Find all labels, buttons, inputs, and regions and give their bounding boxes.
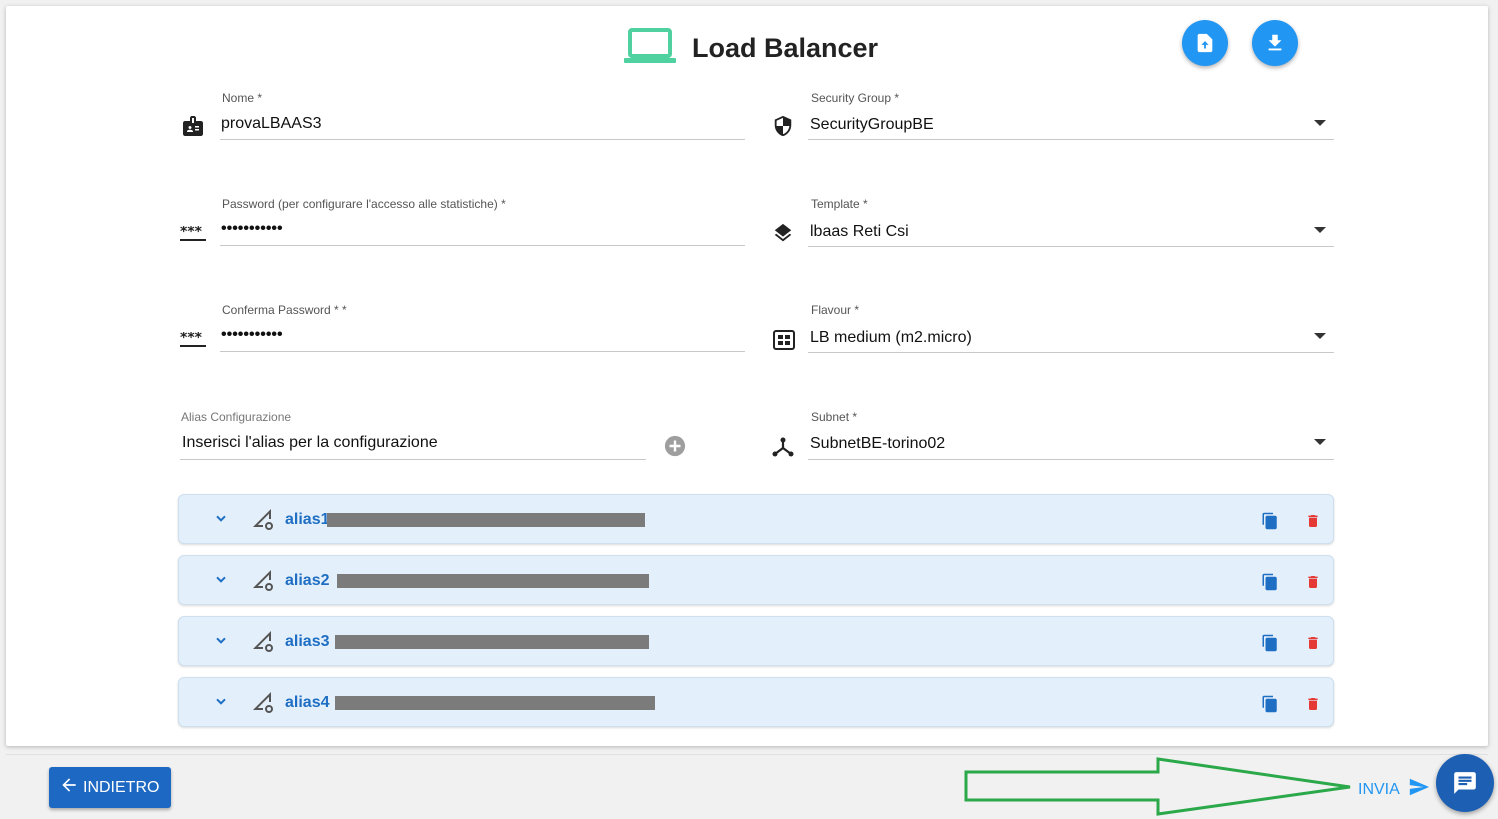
svg-text:***: *** xyxy=(180,332,203,346)
password-icon: *** xyxy=(180,224,208,247)
delete-icon[interactable] xyxy=(1305,572,1321,597)
subnet-label: Subnet * xyxy=(811,410,858,424)
template-label: Template * xyxy=(811,197,868,211)
alias-row[interactable]: alias1 xyxy=(178,494,1334,544)
password-label: Password (per configurare l'accesso alle… xyxy=(222,197,506,211)
svg-text:***: *** xyxy=(180,226,203,240)
chip-icon xyxy=(772,328,796,357)
flavour-label: Flavour * xyxy=(811,303,860,317)
annotation-arrow-icon xyxy=(964,757,1351,816)
header: Load Balancer xyxy=(0,20,1498,71)
template-underline xyxy=(808,246,1334,247)
chevron-down-icon[interactable] xyxy=(213,572,229,593)
copy-icon[interactable] xyxy=(1261,511,1279,536)
password-icon: *** xyxy=(180,330,208,353)
chevron-down-icon[interactable] xyxy=(213,694,229,715)
shield-icon xyxy=(772,114,794,143)
template-select[interactable]: lbaas Reti Csi xyxy=(810,223,909,241)
copy-icon[interactable] xyxy=(1261,694,1279,719)
security-group-underline xyxy=(808,139,1334,140)
chevron-down-icon[interactable] xyxy=(1314,120,1326,126)
alias-configurazione-underline xyxy=(180,459,646,460)
redacted-text xyxy=(327,513,645,527)
security-group-label: Security Group * xyxy=(811,91,900,105)
nome-underline xyxy=(220,139,745,140)
subnet-underline xyxy=(808,459,1334,460)
chevron-down-icon[interactable] xyxy=(213,633,229,654)
redacted-text xyxy=(335,696,655,710)
alias-configurazione-input[interactable]: Inserisci l'alias per la configurazione xyxy=(182,434,438,452)
laptop-icon xyxy=(622,26,678,71)
send-icon xyxy=(1406,776,1432,803)
redacted-text xyxy=(335,635,649,649)
conferma-password-label: Conferma Password * * xyxy=(222,303,347,317)
settings-signal-icon xyxy=(251,690,275,719)
arrow-left-icon xyxy=(59,775,79,800)
delete-icon[interactable] xyxy=(1305,511,1321,536)
settings-signal-icon xyxy=(251,507,275,536)
nome-input[interactable]: provaLBAAS3 xyxy=(221,115,322,133)
send-button-label: INVIA xyxy=(1358,780,1400,798)
settings-signal-icon xyxy=(251,568,275,597)
password-input[interactable]: ••••••••••• xyxy=(221,220,283,238)
chevron-down-icon[interactable] xyxy=(213,511,229,532)
flavour-underline xyxy=(808,352,1334,353)
copy-icon[interactable] xyxy=(1261,572,1279,597)
layers-icon xyxy=(772,221,794,250)
title-wrap: Load Balancer xyxy=(622,26,878,71)
security-group-select[interactable]: SecurityGroupBE xyxy=(810,116,934,134)
conferma-password-input[interactable]: ••••••••••• xyxy=(221,326,283,344)
conferma-password-underline xyxy=(220,351,745,352)
footer-divider xyxy=(6,754,1488,755)
alias-row[interactable]: alias4 xyxy=(178,677,1334,727)
hub-icon xyxy=(771,434,795,463)
plus-circle-icon[interactable] xyxy=(664,435,686,462)
back-button[interactable]: INDIETRO xyxy=(49,767,171,808)
alias-name: alias4 xyxy=(285,694,330,711)
back-button-label: INDIETRO xyxy=(83,778,160,796)
nome-label: Nome * xyxy=(222,91,263,105)
file-upload-icon xyxy=(1197,33,1213,53)
subnet-select[interactable]: SubnetBE-torino02 xyxy=(810,435,945,453)
chat-icon xyxy=(1454,772,1476,794)
chevron-down-icon[interactable] xyxy=(1314,333,1326,339)
delete-icon[interactable] xyxy=(1305,694,1321,719)
download-button[interactable] xyxy=(1252,20,1298,66)
chat-button[interactable] xyxy=(1436,754,1494,812)
send-button[interactable]: INVIA xyxy=(1358,776,1432,803)
page-title: Load Balancer xyxy=(692,33,879,63)
upload-file-button[interactable] xyxy=(1182,20,1228,66)
password-underline xyxy=(220,245,745,246)
alias-name: alias2 xyxy=(285,572,330,589)
settings-signal-icon xyxy=(251,629,275,658)
chevron-down-icon[interactable] xyxy=(1314,227,1326,233)
copy-icon[interactable] xyxy=(1261,633,1279,658)
delete-icon[interactable] xyxy=(1305,633,1321,658)
alias-row[interactable]: alias2 xyxy=(178,555,1334,605)
badge-icon xyxy=(181,114,205,143)
alias-name: alias3 xyxy=(285,633,330,650)
redacted-text xyxy=(337,574,649,588)
download-icon xyxy=(1268,34,1282,51)
alias-row[interactable]: alias3 xyxy=(178,616,1334,666)
alias-name: alias1 xyxy=(285,511,330,528)
alias-configurazione-label: Alias Configurazione xyxy=(181,410,292,424)
flavour-select[interactable]: LB medium (m2.micro) xyxy=(810,329,972,347)
chevron-down-icon[interactable] xyxy=(1314,439,1326,445)
